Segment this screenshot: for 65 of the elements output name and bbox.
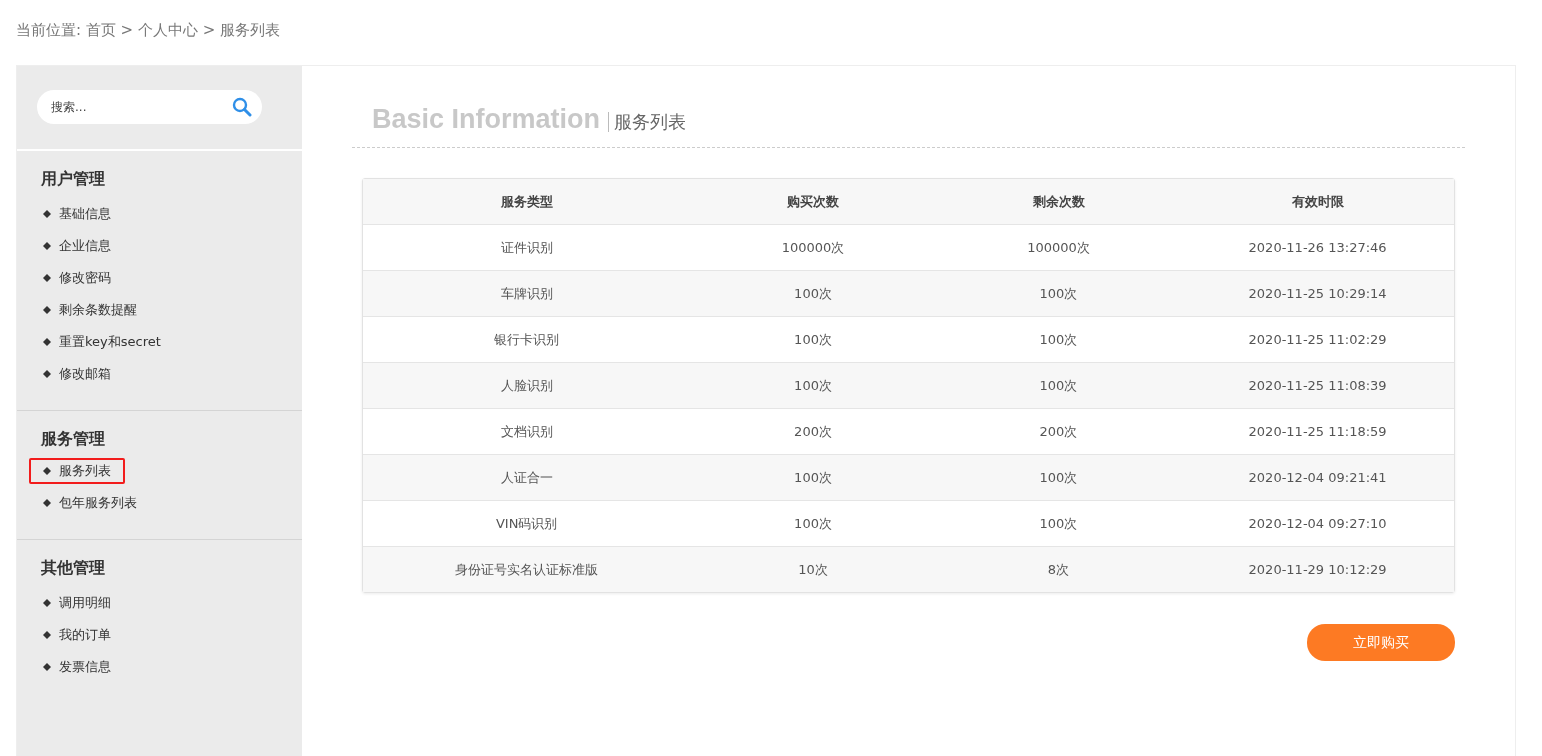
sidebar-item[interactable]: 调用明细	[29, 587, 125, 619]
table-cell: 证件识别	[500, 238, 553, 257]
sidebar-item[interactable]: 我的订单	[29, 619, 125, 651]
sidebar-item[interactable]: 发票信息	[29, 651, 125, 683]
table-cell: 人证合一	[500, 468, 553, 487]
sidebar-item[interactable]: 剩余条数提醒	[29, 294, 151, 326]
table-cell: 2020-11-25 11:18:59	[1248, 424, 1387, 439]
search-field[interactable]: 搜索...	[37, 90, 262, 124]
table-cell: 100次	[1039, 514, 1078, 533]
diamond-icon	[43, 599, 51, 607]
table-cell: 200次	[1039, 422, 1078, 441]
table-cell: 身份证号实名认证标准版	[455, 560, 599, 579]
table-cell: 2020-11-29 10:12:29	[1248, 562, 1387, 577]
sidebar-group-title: 用户管理	[41, 169, 106, 190]
sidebar-item[interactable]: 重置key和secret	[29, 326, 175, 358]
table-cell: 文档识别	[500, 422, 553, 441]
table-cell: 2020-12-04 09:21:41	[1248, 470, 1387, 485]
table-cell: 100000次	[781, 238, 845, 257]
diamond-icon	[43, 663, 51, 671]
diamond-icon	[43, 467, 51, 475]
table-cell: VIN码识别	[495, 514, 558, 533]
table-cell: 100次	[794, 468, 832, 487]
sidebar-group-title: 其他管理	[41, 558, 106, 579]
sidebar-item[interactable]: 修改邮箱	[29, 358, 125, 390]
sidebar-item[interactable]: 服务列表	[29, 458, 125, 484]
table-cell: 2020-11-25 11:08:39	[1248, 378, 1387, 393]
diamond-icon	[43, 306, 51, 314]
table-cell: 10次	[798, 560, 828, 579]
table-cell: 100次	[794, 514, 832, 533]
column-header: 剩余次数	[1032, 192, 1085, 211]
table-cell: 100次	[794, 284, 832, 303]
page-subtitle: 服务列表	[608, 112, 687, 132]
table-cell: 100次	[1039, 468, 1078, 487]
column-header: 有效时限	[1291, 192, 1344, 211]
sidebar-item[interactable]: 企业信息	[29, 230, 125, 262]
sidebar-group-title: 服务管理	[41, 429, 106, 450]
diamond-icon	[43, 499, 51, 507]
table-cell: 银行卡识别	[494, 330, 560, 349]
table-cell: 100次	[794, 330, 832, 349]
table-cell: 200次	[794, 422, 832, 441]
column-header: 购买次数	[787, 192, 840, 211]
table-cell: 车牌识别	[500, 284, 553, 303]
diamond-icon	[43, 370, 51, 378]
breadcrumb: 当前位置: 首页 > 个人中心 > 服务列表	[16, 20, 282, 41]
table-cell: 2020-12-04 09:27:10	[1248, 516, 1387, 531]
diamond-icon	[43, 210, 51, 218]
search-icon	[232, 97, 252, 117]
table-cell: 人脸识别	[500, 376, 553, 395]
table-cell: 100000次	[1027, 238, 1090, 257]
table-cell: 2020-11-25 11:02:29	[1248, 332, 1387, 347]
table-cell: 100次	[794, 376, 832, 395]
diamond-icon	[43, 242, 51, 250]
sidebar-item[interactable]: 修改密码	[29, 262, 125, 294]
table-cell: 8次	[1047, 560, 1070, 579]
table-cell: 2020-11-25 10:29:14	[1248, 286, 1387, 301]
column-header: 服务类型	[500, 192, 553, 211]
sidebar-item[interactable]: 包年服务列表	[29, 487, 151, 519]
diamond-icon	[43, 631, 51, 639]
diamond-icon	[43, 274, 51, 282]
table-cell: 100次	[1039, 330, 1078, 349]
table-cell: 100次	[1039, 284, 1078, 303]
sidebar-item[interactable]: 基础信息	[29, 198, 125, 230]
table-cell: 2020-11-26 13:27:46	[1248, 240, 1387, 255]
table-cell: 100次	[1039, 376, 1078, 395]
diamond-icon	[43, 338, 51, 346]
